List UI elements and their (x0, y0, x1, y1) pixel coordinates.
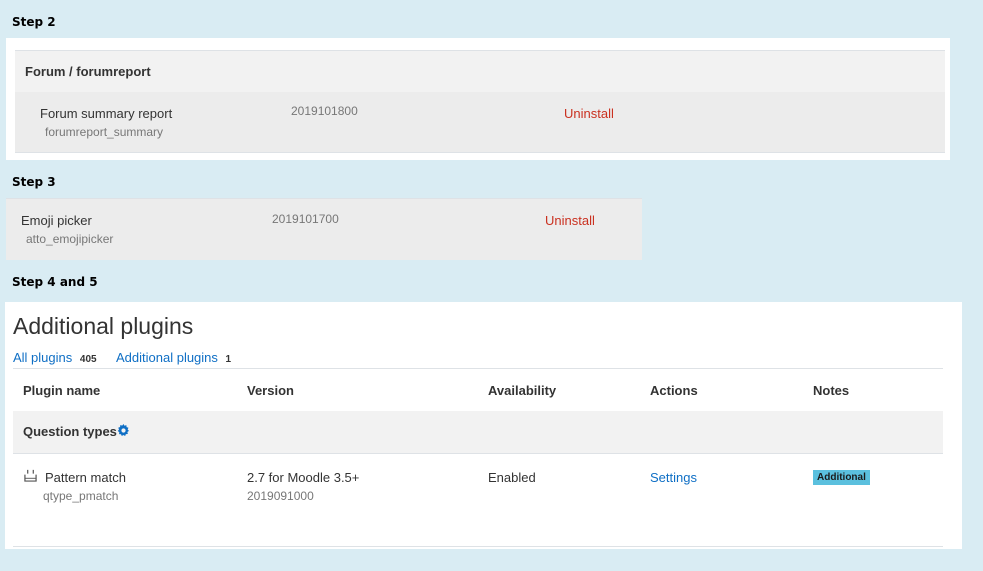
gear-icon[interactable] (117, 424, 130, 437)
table-row: Pattern match qtype_pmatch 2.7 for Moodl… (13, 454, 943, 547)
plugin-component: forumreport_summary (45, 125, 164, 139)
column-header: Availability (488, 383, 557, 398)
filter-all-plugins: All plugins 405 (13, 350, 97, 365)
column-header: Version (247, 383, 294, 398)
plugin-release: 2.7 for Moodle 3.5+ (247, 470, 360, 485)
uninstall-link[interactable]: Uninstall (564, 106, 614, 121)
page-title: Additional plugins (13, 313, 194, 339)
category-row: Question types (13, 411, 943, 454)
additional-badge: Additional (813, 470, 870, 485)
plugin-version: 2019101700 (272, 212, 339, 226)
section-header: Forum / forumreport (25, 64, 151, 79)
plugin-component: atto_emojipicker (26, 232, 114, 246)
step-2-panel: Forum / forumreport Forum summary report… (6, 38, 950, 160)
all-plugins-count: 405 (79, 354, 97, 365)
filter-additional-plugins: Additional plugins 1 (116, 350, 231, 365)
plugins-table: Plugin name Version Availability Actions… (13, 368, 943, 548)
category-name: Question types (23, 424, 117, 439)
table-header-row: Plugin name Version Availability Actions… (13, 368, 943, 413)
column-header: Notes (813, 383, 850, 398)
category-label: Question types (23, 424, 130, 439)
step-4-5-label: Step 4 and 5 (12, 275, 98, 289)
step-3-panel: Emoji picker atto_emojipicker 2019101700… (6, 198, 642, 260)
plugin-name: Pattern match (45, 470, 126, 485)
plugin-icon (24, 469, 37, 482)
all-plugins-link[interactable]: All plugins (13, 350, 72, 365)
additional-plugins-count: 1 (225, 354, 232, 365)
column-header: Actions (650, 383, 698, 398)
forum-summary-report-row: Forum summary report forumreport_summary… (15, 92, 945, 153)
step-3-label: Step 3 (12, 175, 56, 189)
plugin-name: Emoji picker (21, 213, 92, 228)
uninstall-link[interactable]: Uninstall (545, 213, 595, 228)
plugin-name: Forum summary report (40, 106, 173, 121)
plugin-version: 2019091000 (247, 489, 314, 503)
column-header: Plugin name (23, 383, 101, 398)
additional-plugins-panel: Additional plugins All plugins 405 Addit… (5, 302, 962, 549)
step-2-label: Step 2 (12, 15, 56, 29)
settings-link[interactable]: Settings (650, 470, 697, 485)
plugin-availability: Enabled (488, 470, 536, 485)
additional-plugins-link[interactable]: Additional plugins (116, 350, 218, 365)
plugin-component: qtype_pmatch (43, 489, 119, 503)
plugin-version: 2019101800 (291, 104, 358, 118)
